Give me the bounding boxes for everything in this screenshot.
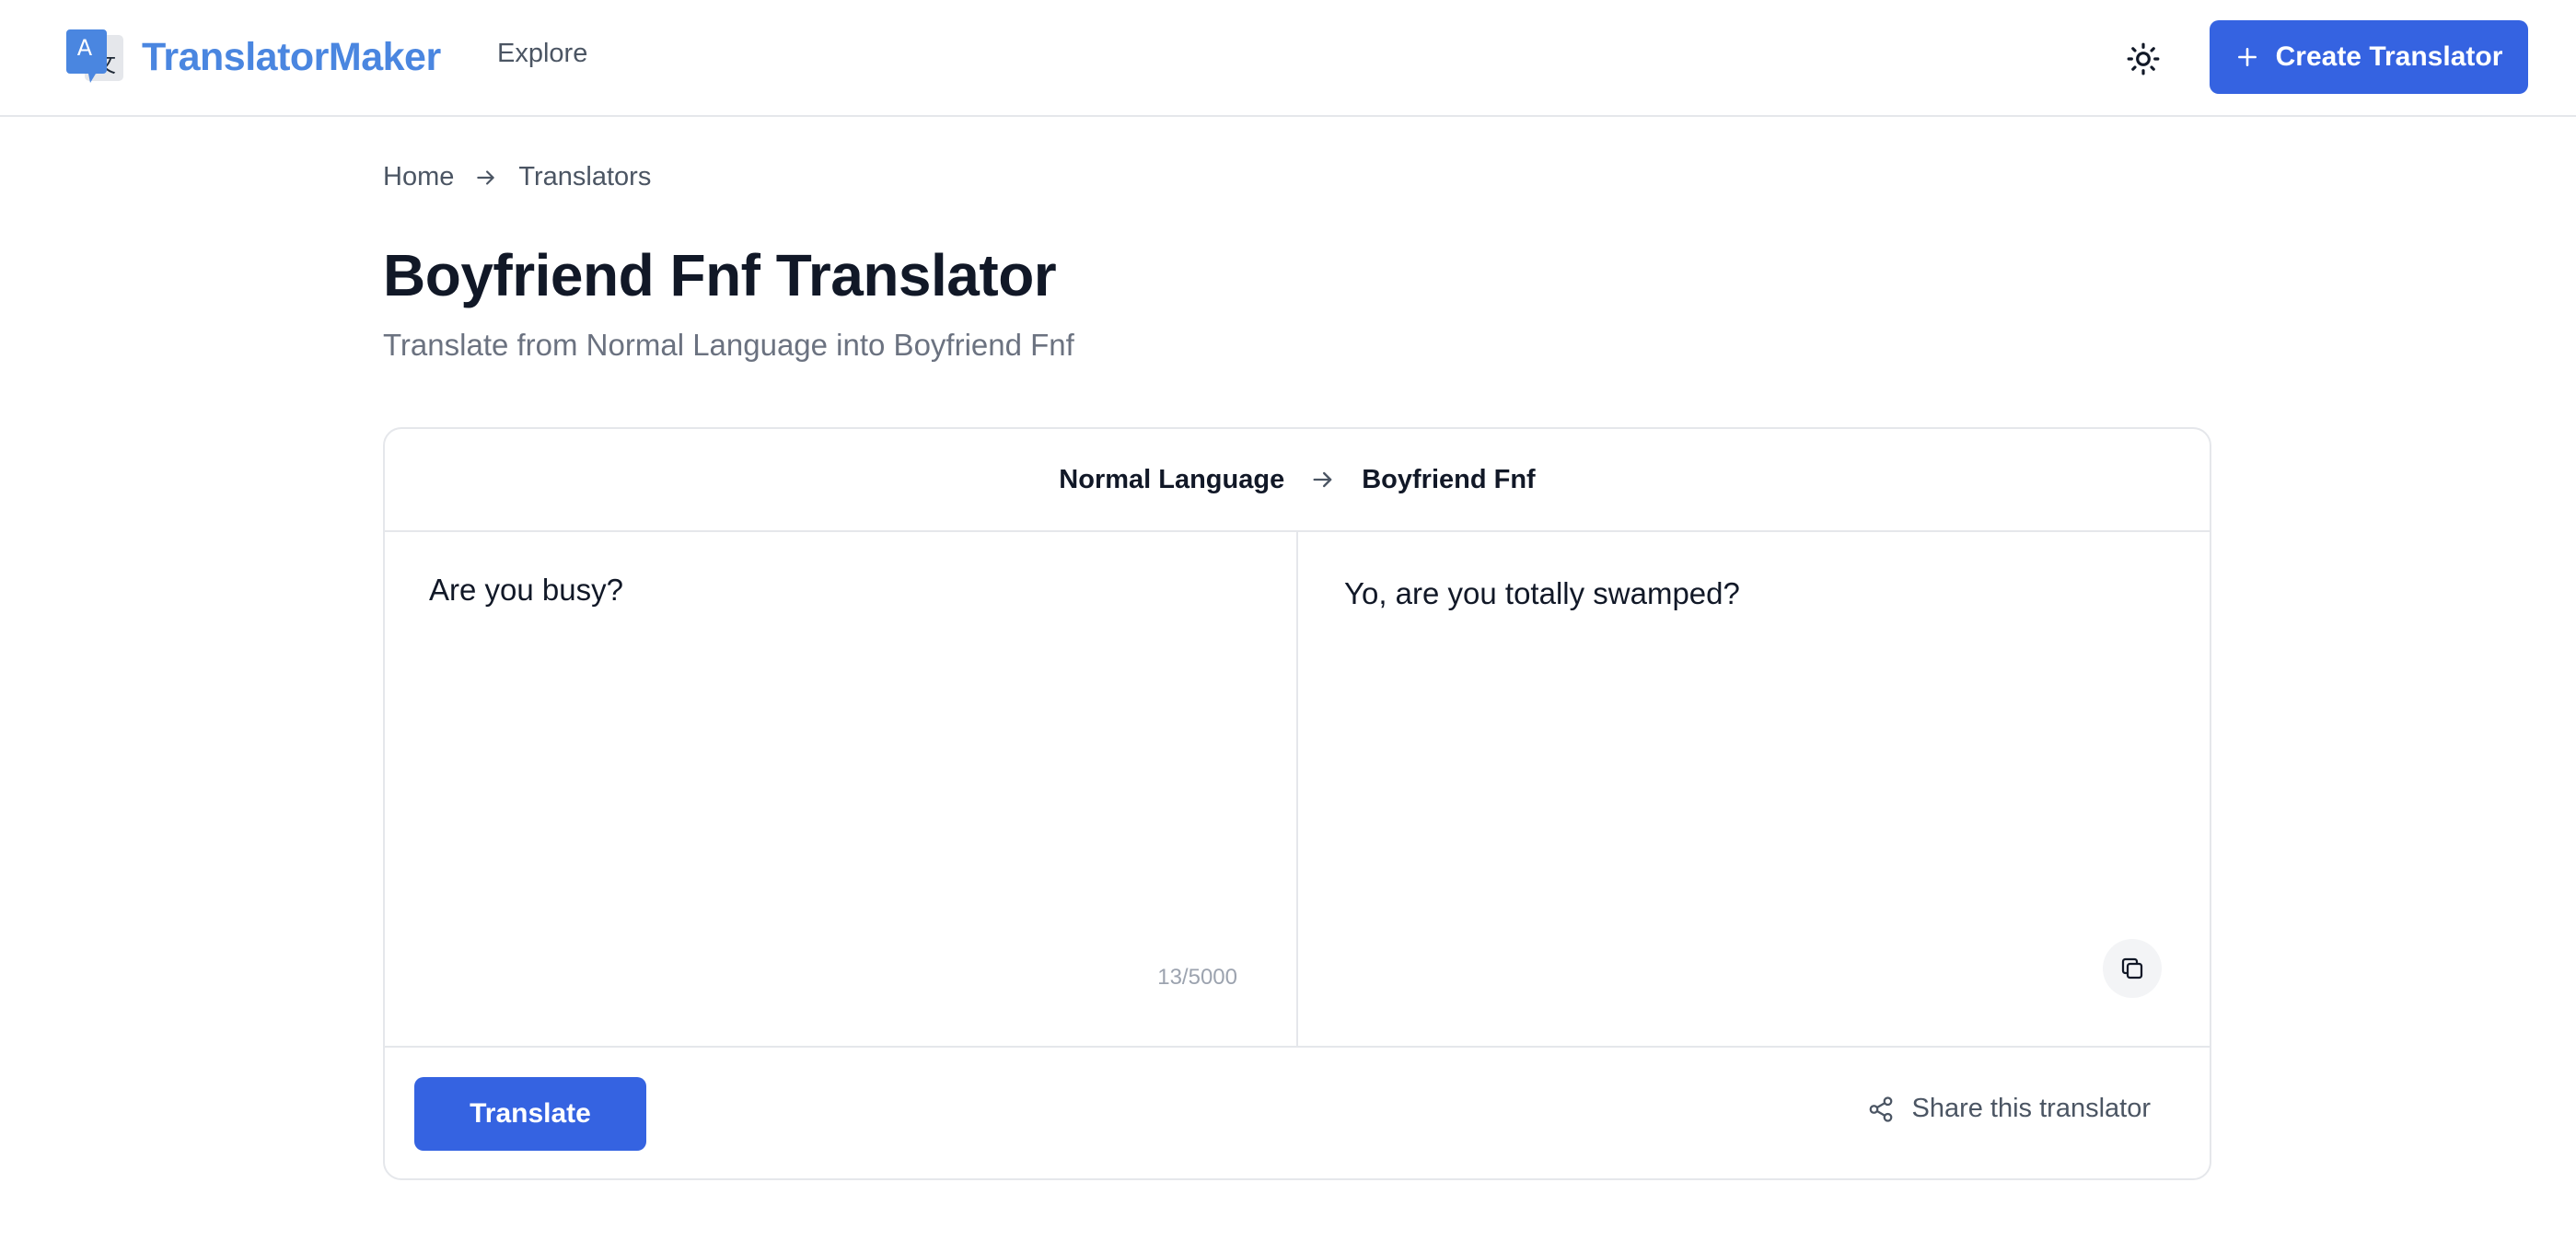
copy-icon bbox=[2121, 957, 2143, 980]
target-language-label: Boyfriend Fnf bbox=[1362, 464, 1536, 494]
translator-card: Normal Language Boyfriend Fnf Are you bu… bbox=[383, 427, 2211, 1180]
breadcrumb-home-link[interactable]: Home bbox=[383, 162, 454, 192]
source-pane: Are you busy? 13/5000 bbox=[385, 532, 1298, 1046]
logo-link[interactable]: 文 A TranslatorMaker bbox=[66, 26, 441, 88]
translated-text-output: Yo, are you totally swamped? bbox=[1344, 576, 1740, 610]
theme-toggle-button[interactable] bbox=[2121, 37, 2165, 81]
page-title: Boyfriend Fnf Translator bbox=[383, 242, 1057, 308]
page-subtitle: Translate from Normal Language into Boyf… bbox=[383, 328, 1074, 362]
source-text-input[interactable]: Are you busy? bbox=[429, 573, 1239, 959]
breadcrumb-translators-link[interactable]: Translators bbox=[518, 162, 651, 192]
sun-icon bbox=[2127, 42, 2160, 75]
plus-icon bbox=[2237, 48, 2257, 66]
nav-explore-link[interactable]: Explore bbox=[497, 39, 587, 69]
svg-text:A: A bbox=[77, 35, 93, 61]
copy-output-button[interactable] bbox=[2103, 939, 2162, 998]
top-navbar: 文 A TranslatorMaker Explore Create Trans… bbox=[0, 0, 2576, 117]
translate-logo-icon: 文 A bbox=[66, 29, 123, 83]
create-translator-label: Create Translator bbox=[2275, 41, 2503, 72]
translate-button[interactable]: Translate bbox=[414, 1077, 646, 1151]
create-translator-button[interactable]: Create Translator bbox=[2210, 20, 2528, 94]
card-footer: Translate Share this translator bbox=[385, 1046, 2210, 1178]
source-language-label: Normal Language bbox=[1059, 464, 1285, 494]
character-count: 13/5000 bbox=[1157, 965, 1237, 990]
arrow-right-icon bbox=[477, 169, 495, 185]
breadcrumb: Home Translators bbox=[383, 162, 651, 192]
breadcrumb-separator bbox=[474, 166, 498, 190]
language-direction-bar: Normal Language Boyfriend Fnf bbox=[385, 429, 2210, 532]
share-translator-link[interactable]: Share this translator bbox=[1867, 1094, 2151, 1124]
share-translator-label: Share this translator bbox=[1911, 1094, 2151, 1123]
share-icon bbox=[1870, 1096, 1893, 1122]
logo-text: TranslatorMaker bbox=[142, 34, 441, 79]
arrow-right-icon bbox=[1313, 471, 1332, 488]
output-pane: Yo, are you totally swamped? bbox=[1300, 532, 2210, 1046]
